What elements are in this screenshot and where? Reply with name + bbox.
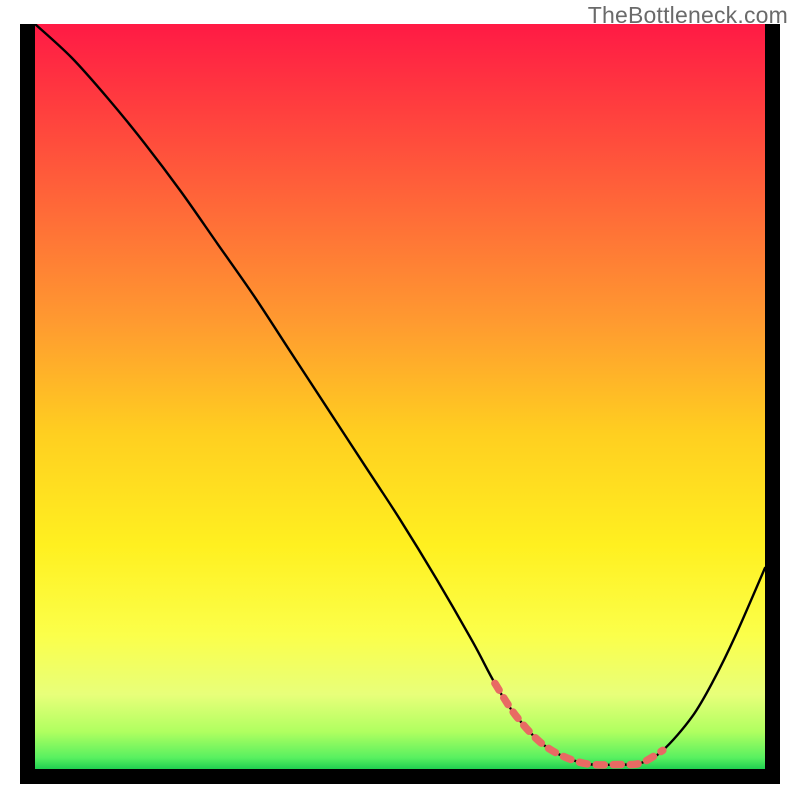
chart-svg (35, 24, 765, 769)
watermark-text: TheBottleneck.com (588, 2, 788, 29)
plot-area (35, 24, 765, 769)
chart-wrapper: TheBottleneck.com (0, 0, 800, 800)
gradient-background (35, 24, 765, 769)
chart-outer-frame (20, 24, 780, 784)
